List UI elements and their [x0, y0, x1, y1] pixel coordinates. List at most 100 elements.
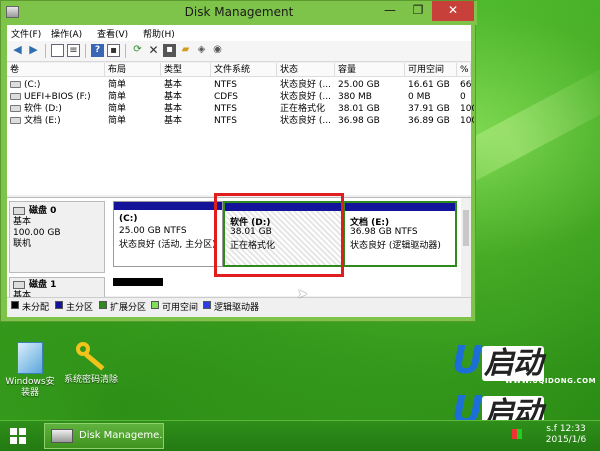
clock-time: 12:33: [559, 424, 586, 434]
toolbar-separator: [85, 44, 86, 58]
title-bar[interactable]: Disk Management — ❐ ✕: [1, 1, 477, 25]
legend-swatch-unallocated: [11, 301, 19, 309]
mouse-cursor-icon: ➤: [297, 287, 308, 302]
toolbar-separator: [125, 44, 126, 58]
menu-view[interactable]: 查看(V): [97, 27, 128, 40]
table-cell-free: 0 MB: [408, 92, 431, 102]
legend-label: 未分配: [22, 303, 50, 313]
legend-label: 主分区: [66, 303, 94, 313]
disk-management-task-icon: [51, 429, 73, 443]
checkdisk-icon[interactable]: ◈: [195, 44, 208, 57]
table-cell-capacity: 380 MB: [338, 92, 372, 102]
table-cell-type: 基本: [164, 80, 183, 90]
disk-type: 基本: [13, 217, 32, 227]
legend-swatch-free: [151, 301, 159, 309]
rescan-icon[interactable]: ◉: [211, 44, 224, 57]
tray-flag-icon[interactable]: [512, 429, 522, 439]
table-cell-type: 基本: [164, 92, 183, 102]
column-header-layout[interactable]: 布局: [105, 63, 161, 77]
desktop-icon-label: 系统密码清除: [63, 375, 118, 385]
column-header-status[interactable]: 状态: [277, 63, 335, 77]
forward-arrow-icon[interactable]: ▶: [27, 44, 40, 57]
tray-text: s.f: [546, 424, 557, 434]
table-cell-capacity: 38.01 GB: [338, 104, 380, 114]
brand-mark: U: [452, 338, 483, 382]
legend-label: 逻辑驱动器: [214, 303, 260, 313]
table-cell-percent: 66: [460, 80, 472, 90]
windows-logo-icon: [10, 437, 17, 444]
partition-status: 状态良好 (活动, 主分区): [119, 240, 216, 250]
table-cell-status: 状态良好 (...: [280, 80, 331, 90]
volume-name: (C:): [24, 80, 41, 90]
key-icon: [76, 342, 106, 372]
help-icon[interactable]: ?: [91, 44, 104, 57]
column-header-volume[interactable]: 卷: [7, 63, 105, 77]
desktop-icon-password-clear[interactable]: 系统密码清除: [58, 342, 124, 386]
table-row-volume[interactable]: (C:): [7, 79, 108, 91]
back-arrow-icon[interactable]: ◀: [11, 44, 24, 57]
open-folder-icon[interactable]: ▰: [179, 44, 192, 57]
column-header-type[interactable]: 类型: [161, 63, 211, 77]
partition-size: 25.00 GB NTFS: [119, 226, 187, 236]
brand-url: WWW.UQIDONG.COM: [505, 377, 597, 385]
vertical-scrollbar[interactable]: [461, 198, 471, 296]
menu-action[interactable]: 操作(A): [51, 27, 82, 40]
properties-icon[interactable]: [51, 44, 64, 57]
table-cell-type: 基本: [164, 104, 183, 114]
taskbar: Disk Manageme...: [0, 420, 600, 451]
taskbar-button-disk-management[interactable]: Disk Manageme...: [44, 423, 164, 449]
partition-title: (C:): [119, 214, 138, 224]
volume-list[interactable]: 卷 布局 类型 文件系统 状态 容量 可用空间 % (C:) 简单 基本 NTF…: [7, 63, 474, 223]
close-button[interactable]: ✕: [432, 1, 474, 21]
disk-1-label[interactable]: 磁盘 1 基本: [9, 277, 105, 301]
column-header-percent[interactable]: %: [457, 63, 471, 77]
maximize-button[interactable]: ❐: [405, 1, 431, 21]
brand-logo: U启动: [452, 338, 544, 382]
partition-e[interactable]: 文档 (E:) 36.98 GB NTFS 状态良好 (逻辑驱动器): [343, 201, 457, 267]
table-cell-filesystem: NTFS: [214, 80, 237, 90]
disk-state: 联机: [13, 239, 32, 249]
table-cell-filesystem: NTFS: [214, 104, 237, 114]
column-header-free[interactable]: 可用空间: [405, 63, 457, 77]
partition-c[interactable]: (C:) 25.00 GB NTFS 状态良好 (活动, 主分区): [113, 201, 223, 267]
column-header-capacity[interactable]: 容量: [335, 63, 405, 77]
table-cell-status: 状态良好 (...: [280, 92, 331, 102]
refresh-icon[interactable]: ⟳: [131, 44, 144, 57]
desktop-icon-windows-installer[interactable]: Windows安 装器: [2, 342, 58, 399]
column-header-filesystem[interactable]: 文件系统: [211, 63, 277, 77]
menu-help[interactable]: 帮助(H): [143, 27, 175, 40]
unallocated-bar[interactable]: [113, 278, 163, 286]
drive-icon: [10, 93, 21, 100]
list-view-icon[interactable]: ≡: [67, 44, 80, 57]
table-cell-filesystem: NTFS: [214, 116, 237, 126]
legend-label: 可用空间: [162, 303, 199, 313]
key-shaft: [84, 352, 105, 371]
table-cell-filesystem: CDFS: [214, 92, 238, 102]
partition-size: 36.98 GB NTFS: [350, 227, 418, 237]
table-row-volume[interactable]: UEFI+BIOS (F:): [7, 91, 108, 103]
table-cell-percent: 0: [460, 92, 466, 102]
minimize-button[interactable]: —: [377, 1, 403, 21]
table-cell-percent: 100: [460, 116, 474, 126]
legend-swatch-extended: [99, 301, 107, 309]
volume-name: 软件 (D:): [24, 104, 62, 114]
toolbar: ◀ ▶ ≡ ? ▪ ⟳ ✕ ▪ ▰ ◈ ◉: [7, 41, 471, 62]
table-row-volume[interactable]: 软件 (D:): [7, 103, 108, 115]
table-cell-free: 16.61 GB: [408, 80, 450, 90]
table-cell-layout: 简单: [108, 92, 127, 102]
show-hide-icon[interactable]: ▪: [107, 44, 120, 57]
settings-icon[interactable]: ▪: [163, 44, 176, 57]
scroll-thumb[interactable]: [463, 210, 469, 246]
table-cell-status: 正在格式化: [280, 104, 326, 114]
table-cell-percent: 100: [460, 104, 474, 114]
menu-file[interactable]: 文件(F): [11, 27, 41, 40]
disk-name: 磁盘 0: [29, 206, 57, 216]
delete-icon[interactable]: ✕: [147, 44, 160, 57]
start-button[interactable]: [10, 428, 26, 444]
windows-logo-icon: [19, 437, 26, 444]
table-row-volume[interactable]: 文档 (E:): [7, 115, 108, 127]
table-cell-layout: 简单: [108, 104, 127, 114]
system-clock[interactable]: s.f 12:33 2015/1/6: [536, 424, 596, 446]
disk-0-label[interactable]: 磁盘 0 基本 100.00 GB 联机: [9, 201, 105, 273]
toolbar-separator: [45, 44, 46, 58]
